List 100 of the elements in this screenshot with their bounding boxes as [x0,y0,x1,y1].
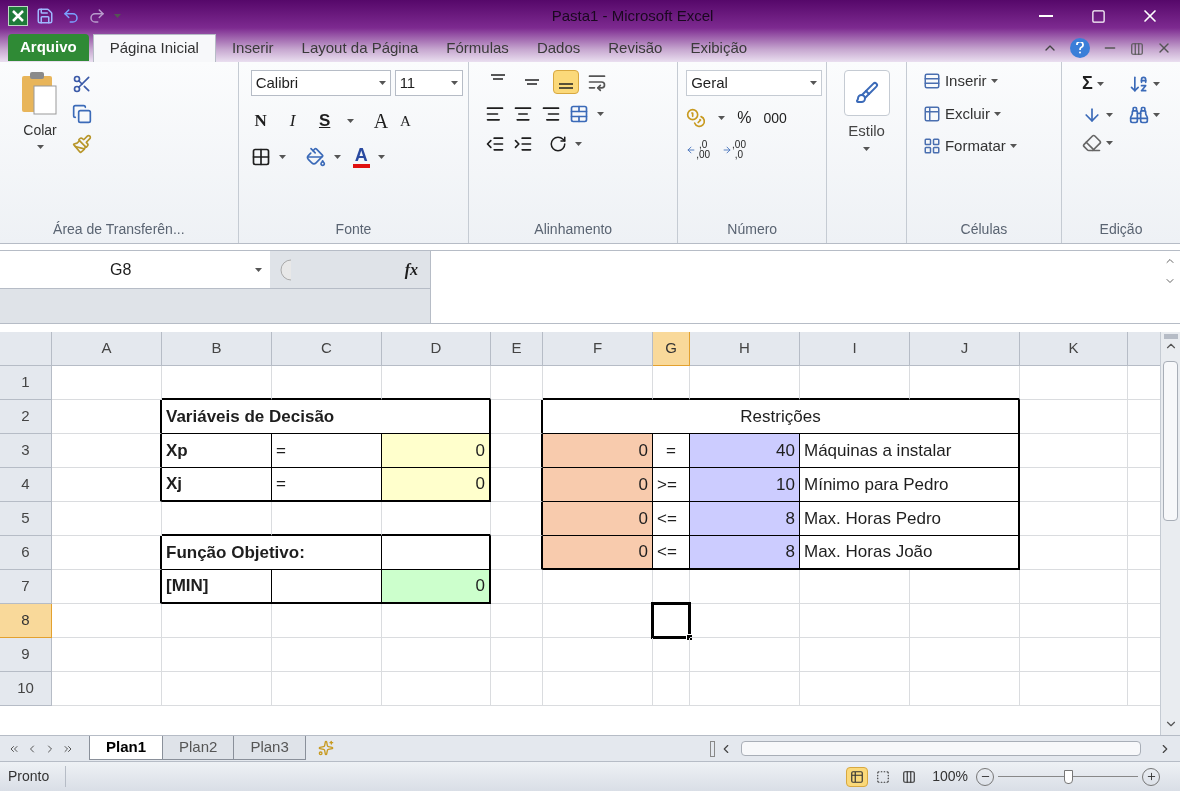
row-header[interactable]: 3 [0,434,52,468]
align-right-icon[interactable] [541,104,562,124]
row-header[interactable]: 9 [0,638,52,672]
column-header[interactable]: H [690,332,800,366]
row-header[interactable]: 2 [0,400,52,434]
format-painter-icon[interactable] [72,134,92,154]
maximize-icon [1090,8,1106,24]
clear-icon[interactable] [1082,133,1102,153]
column-header[interactable]: E [491,332,543,366]
redo-icon[interactable] [88,7,106,25]
caret-icon [255,267,262,272]
ribbon-tab[interactable]: Exibição [678,35,760,62]
restore-workbook-icon[interactable] [1130,42,1144,56]
cells-button[interactable]: Inserir [922,70,1017,93]
table-cell: 8 [690,536,800,570]
table-cell: Xp [162,434,272,468]
grow-font-button[interactable]: A [373,106,389,136]
cut-icon[interactable] [72,74,92,94]
paste-button[interactable]: Colar [20,70,60,154]
font-color-button[interactable]: A [352,146,370,168]
excel-logo-icon[interactable] [8,6,28,26]
align-lines-icon [559,83,574,89]
bold-button[interactable]: N [250,108,271,134]
row-header[interactable]: 4 [0,468,52,502]
split-handle[interactable] [1163,334,1178,339]
cells-button[interactable]: Excluir [922,102,1017,125]
zoom-thumb[interactable] [1064,769,1073,784]
row-header[interactable]: 8 [0,604,52,638]
borders-icon[interactable] [250,147,271,167]
align-left-icon[interactable] [485,104,506,124]
autosum-button[interactable]: Σ [1082,70,1129,97]
table-cell: Máquinas a instalar [800,434,1020,468]
undo-icon[interactable] [62,7,80,25]
row-header[interactable]: 1 [0,366,52,400]
find-icon[interactable] [1129,105,1149,125]
column-header[interactable]: F [543,332,653,366]
ribbon-tab[interactable]: Fórmulas [434,35,521,62]
ribbon-tab[interactable]: Inserir [219,35,286,62]
sheet-tab[interactable]: Plan1 [89,736,164,760]
scrollbar-thumb[interactable] [1163,361,1178,521]
caret-icon [597,112,605,116]
zoom-slider[interactable] [998,768,1138,785]
column-header[interactable]: D [382,332,491,366]
table-icon [922,104,941,123]
scrollbar-thumb[interactable] [741,741,1141,756]
number-format-field[interactable]: Geral [686,70,823,96]
row-header[interactable]: 5 [0,502,52,536]
merge-cells-icon[interactable] [569,104,590,124]
ribbon-tab[interactable]: Arquivo [8,34,89,61]
sheet-tab[interactable]: Plan2 [162,736,235,760]
decrease-decimal-button[interactable]: ,00 ,0 [722,140,746,160]
vertical-align-button[interactable] [553,70,580,94]
column-header[interactable]: C [272,332,382,366]
minimize-icon [1039,15,1053,17]
row-header[interactable]: 10 [0,672,52,706]
split-handle[interactable] [710,740,715,757]
formula-input[interactable] [430,251,1160,323]
underline-button[interactable]: S [314,108,335,134]
caret-icon [36,145,44,149]
name-box[interactable]: G8 [0,251,270,288]
orientation-icon[interactable] [549,135,568,153]
column-header[interactable]: A [52,332,162,366]
font-name-field[interactable]: Calibri [250,70,391,96]
view-button[interactable] [846,766,869,787]
save-icon[interactable] [36,7,54,25]
wrap-text-icon[interactable] [587,72,608,92]
column-header[interactable]: I [800,332,910,366]
increase-decimal-button[interactable]: ,0 ,00 [686,140,711,160]
cells-button[interactable]: Formatar [922,135,1017,158]
column-header[interactable]: J [910,332,1020,366]
increase-indent-icon[interactable] [513,134,534,154]
table-cell: 0 [543,434,653,468]
group-label: Fonte [335,219,372,239]
ribbon-tab[interactable]: Layout da Página [289,35,431,62]
column-header[interactable]: G [653,332,690,366]
caret-icon [1106,141,1113,145]
thousands-button[interactable]: 000 [763,107,787,129]
align-center-icon[interactable] [513,104,534,124]
window-title: Pasta1 - Microsoft Excel [551,5,714,26]
fill-color-icon[interactable] [305,147,326,167]
decrease-indent-icon[interactable] [485,134,506,154]
italic-button[interactable]: I [282,108,303,134]
table-cell: 0 [382,570,491,604]
sheet-tab[interactable]: Plan3 [233,736,306,760]
row-header[interactable]: 6 [0,536,52,570]
status-text: Pronto [0,766,67,787]
help-icon[interactable] [1070,38,1090,58]
ribbon-tab[interactable]: Dados [524,35,593,62]
column-header[interactable]: B [162,332,272,366]
percent-button[interactable]: % [737,106,752,130]
row-header[interactable]: 7 [0,570,52,604]
font-size-field[interactable]: 11 [394,70,463,96]
caret-icon [1153,81,1160,86]
copy-icon[interactable] [72,104,92,124]
table-cell: 10 [690,468,800,502]
ribbon-tab[interactable]: Página Inicial [92,34,216,62]
ribbon-tab[interactable]: Revisão [596,35,675,62]
insert-function-button[interactable]: fx [404,257,422,282]
column-header[interactable]: K [1020,332,1128,366]
shrink-font-button[interactable]: A [400,109,411,133]
